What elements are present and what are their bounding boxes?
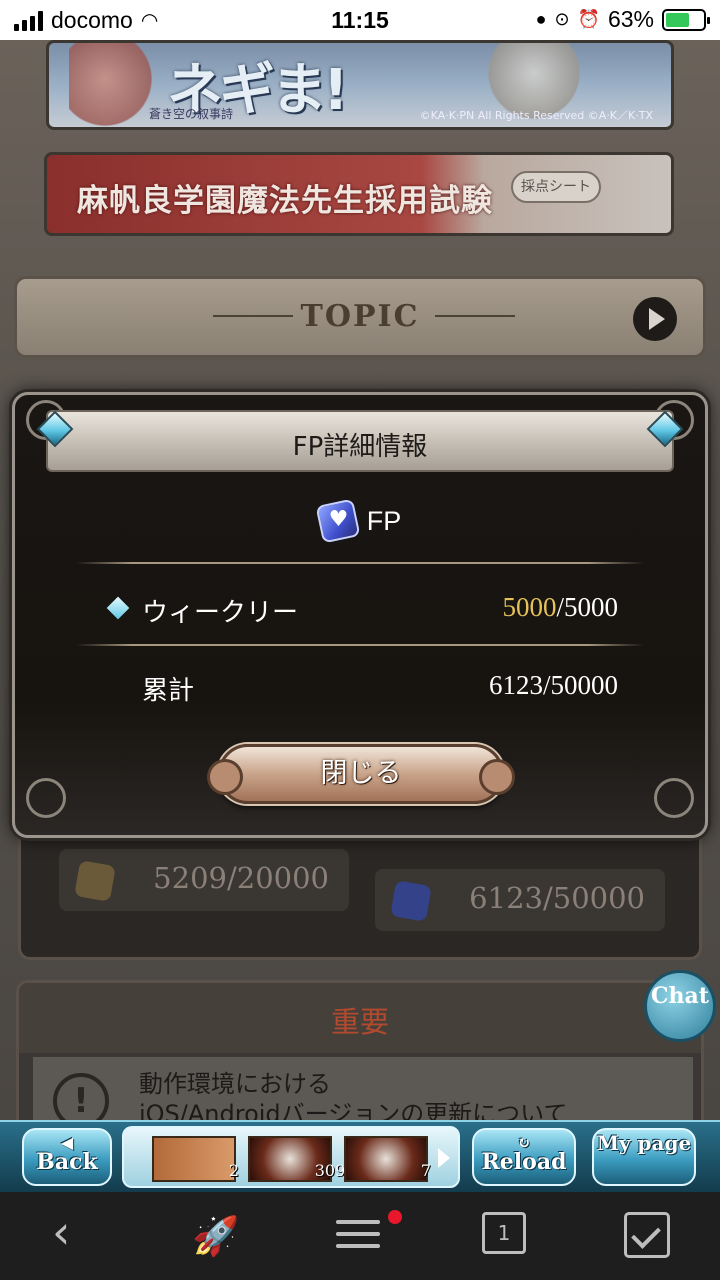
exam-banner-title: 麻帆良学園魔法先生採用試験: [77, 183, 493, 219]
game-nav-bar: ◀ Back 2 309 7 ↻ Reload My page: [0, 1120, 720, 1192]
weekly-label: ウィークリー: [142, 598, 299, 628]
fp-detail-modal: FP詳細情報 FP ウィークリー 5000/5000 累計 6123/50000…: [12, 392, 708, 838]
tabs-count: 1: [497, 1221, 511, 1245]
browser-toolbar: ‹ 🚀 1: [0, 1192, 720, 1280]
divider: [76, 644, 644, 646]
quest-thumbnail[interactable]: 309: [248, 1136, 345, 1182]
battery-icon: [662, 8, 710, 31]
back-arrow-icon: ◀: [60, 1133, 74, 1152]
mypage-button[interactable]: My page: [592, 1128, 696, 1186]
negima-subtitle: 蒼き空の叙事詩: [149, 107, 234, 121]
weekly-max: /5000: [556, 592, 618, 622]
rocket-icon[interactable]: 🚀: [192, 1212, 240, 1260]
modal-title: FP詳細情報: [292, 432, 428, 462]
weekly-value: 5000/5000: [502, 592, 618, 623]
recent-quests-strip: 2 309 7: [122, 1126, 460, 1188]
weekly-current: 5000: [502, 592, 557, 622]
fp-heart-icon: [315, 498, 361, 544]
stat-box: 6123/50000: [375, 869, 665, 931]
chat-button[interactable]: Chat: [644, 970, 716, 1042]
close-button[interactable]: 閉じる: [207, 744, 515, 804]
stat-value: 6123/50000: [469, 881, 645, 915]
quest-count: 7: [420, 1161, 432, 1180]
total-value: 6123/50000: [488, 670, 618, 700]
back-button[interactable]: ◀ Back: [22, 1128, 112, 1186]
status-right: ● ⊙ ⏰ 63%: [535, 6, 710, 33]
fp-icon: [390, 880, 432, 922]
close-label: 閉じる: [320, 758, 402, 789]
ornament-right: [435, 315, 515, 317]
important-title: 重要: [330, 1005, 389, 1039]
divider: [76, 562, 644, 564]
stat-value: 5209/20000: [153, 861, 329, 895]
reload-button[interactable]: ↻ Reload: [472, 1128, 576, 1186]
news-text: 動作環境における iOS/Androidバージョンの更新について: [139, 1069, 567, 1120]
copyright-text: ©KA·K·PN All Rights Reserved ©A·K／K·TX: [419, 109, 653, 122]
topic-button[interactable]: TOPIC: [14, 276, 706, 358]
notification-dot: [388, 1210, 402, 1224]
character-art: [69, 43, 159, 127]
total-label: 累計: [142, 676, 195, 706]
quest-thumbnail[interactable]: 7: [344, 1136, 431, 1182]
negima-banner[interactable]: ネギま! 蒼き空の叙事詩 ©KA·K·PN All Rights Reserve…: [46, 40, 674, 130]
chat-label: Chat: [651, 983, 709, 1009]
modal-title-bar: FP詳細情報: [46, 410, 674, 472]
star-crystal-icon: [74, 860, 116, 902]
important-panel: 重要 ! 動作環境における iOS/Androidバージョンの更新について: [16, 980, 704, 1120]
news-item[interactable]: ! 動作環境における iOS/Androidバージョンの更新について: [33, 1057, 693, 1120]
back-chevron-icon[interactable]: ‹: [52, 1209, 100, 1260]
news-line: 動作環境における: [139, 1070, 331, 1098]
menu-icon[interactable]: [336, 1212, 384, 1260]
news-line: iOS/Androidバージョンの更新について: [139, 1100, 568, 1120]
exam-banner[interactable]: 麻帆良学園魔法先生採用試験 採点シート: [44, 152, 674, 236]
fp-label: FP: [366, 505, 402, 536]
play-icon: [633, 297, 677, 341]
back-label: Back: [36, 1149, 98, 1175]
exam-sheet-label: 採点シート: [511, 171, 601, 203]
warning-icon: !: [53, 1073, 109, 1120]
scroll-right-icon[interactable]: [438, 1148, 450, 1168]
alarm-icon: ⏰: [577, 9, 600, 29]
ornament-corner: [26, 778, 66, 818]
ornament-corner: [654, 778, 694, 818]
stat-box: 5209/20000: [59, 849, 349, 911]
person-icon: ●: [535, 9, 547, 29]
reload-label: Reload: [481, 1149, 567, 1175]
rotation-lock-icon: ⊙: [554, 9, 570, 29]
battery-percent: 63%: [607, 6, 654, 32]
fp-header: FP: [12, 498, 708, 544]
quest-thumbnail[interactable]: 2: [152, 1136, 239, 1182]
reload-icon: ↻: [517, 1133, 531, 1152]
status-bar: docomo ◠ 11:15 ● ⊙ ⏰ 63%: [0, 0, 720, 40]
checkbox-icon[interactable]: [624, 1212, 670, 1258]
mypage-label: My page: [596, 1131, 692, 1155]
topic-label: TOPIC: [300, 299, 420, 334]
tabs-button[interactable]: 1: [482, 1212, 526, 1254]
important-header: 重要: [19, 983, 701, 1053]
